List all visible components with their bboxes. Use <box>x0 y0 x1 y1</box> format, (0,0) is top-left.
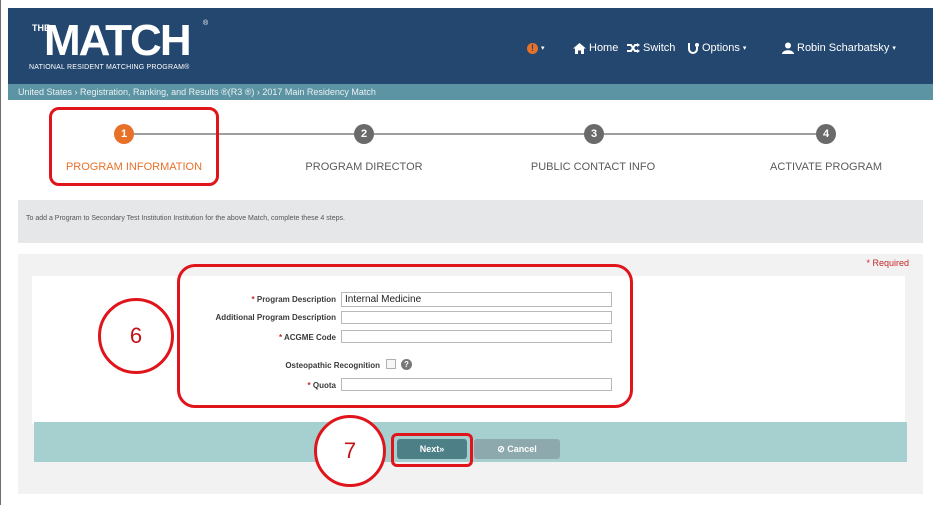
shuffle-icon <box>627 43 640 53</box>
required-note: * Required <box>866 258 909 268</box>
switch-link[interactable]: Switch <box>627 40 675 56</box>
step-3-label: PUBLIC CONTACT INFO <box>530 161 656 173</box>
user-menu[interactable]: Robin Scharbatsky ▾ <box>782 40 896 56</box>
step-4-circle: 4 <box>816 124 836 144</box>
breadcrumb[interactable]: United States › Registration, Ranking, a… <box>8 84 933 100</box>
cancel-button[interactable]: ⊘ Cancel <box>474 439 560 459</box>
step-2-label: PROGRAM DIRECTOR <box>305 161 423 173</box>
chevron-down-icon: ▾ <box>541 45 545 52</box>
step-2-circle: 2 <box>354 124 374 144</box>
options-icon <box>688 43 699 54</box>
info-menu[interactable]: ! ▾ <box>527 40 545 56</box>
home-icon <box>573 42 586 54</box>
user-icon <box>782 42 794 54</box>
cancel-label: Cancel <box>507 444 537 454</box>
instructions-text: To add a Program to Secondary Test Insti… <box>26 215 345 222</box>
options-label: Options <box>702 42 740 54</box>
chevron-down-icon: ▾ <box>892 45 896 52</box>
top-header: THE MATCH ® NATIONAL RESIDENT MATCHING P… <box>8 8 933 84</box>
switch-label: Switch <box>643 42 676 54</box>
home-link[interactable]: Home <box>573 40 618 56</box>
annotation-highlight-form <box>177 264 633 408</box>
logo-trademark: ® <box>203 20 209 27</box>
logo-subtitle: NATIONAL RESIDENT MATCHING PROGRAM® <box>29 64 190 71</box>
instructions-panel: To add a Program to Secondary Test Insti… <box>18 200 923 243</box>
annotation-highlight-next <box>391 433 473 467</box>
options-menu[interactable]: Options ▾ <box>688 40 746 56</box>
chevron-down-icon: ▾ <box>742 45 747 52</box>
info-icon[interactable]: ! <box>527 42 538 54</box>
annotation-highlight-step-1 <box>49 107 219 186</box>
step-3-circle: 3 <box>584 124 604 144</box>
steps-connector-line <box>128 133 834 135</box>
annotation-callout-6: 6 <box>98 298 174 374</box>
user-name: Robin Scharbatsky <box>797 42 890 54</box>
logo-match-text[interactable]: MATCH <box>44 17 192 65</box>
frame-left-border <box>0 0 1 505</box>
home-label: Home <box>589 42 619 54</box>
cancel-icon: ⊘ <box>497 444 508 454</box>
logo-the-text: THE <box>32 23 50 33</box>
step-4-label: ACTIVATE PROGRAM <box>769 161 883 173</box>
annotation-callout-7: 7 <box>314 415 386 487</box>
